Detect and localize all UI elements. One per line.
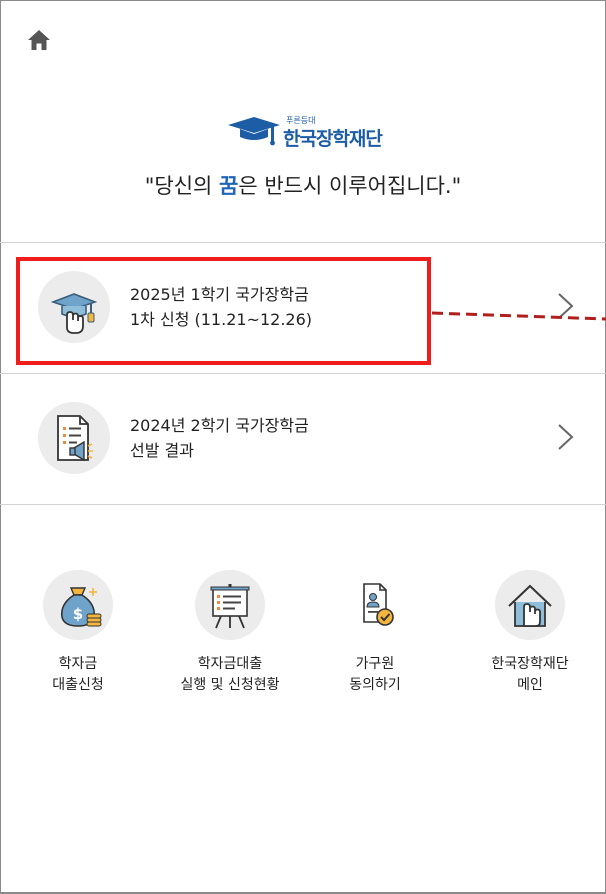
graduation-hand-icon bbox=[38, 271, 110, 343]
house-hand-icon bbox=[495, 570, 565, 640]
slogan: "당신의 꿈은 반드시 이루어집니다." bbox=[0, 170, 606, 200]
notice-text: 2024년 2학기 국가장학금 선발 결과 bbox=[130, 413, 309, 463]
notice-subtitle: 1차 신청 (11.21~12.26) bbox=[130, 310, 313, 329]
mortarboard-logo-icon bbox=[228, 117, 280, 146]
slogan-text-end: 은 반드시 이루어집니다." bbox=[238, 174, 462, 198]
slogan-highlight: 꿈 bbox=[219, 174, 239, 198]
presentation-board-icon bbox=[195, 570, 265, 640]
slogan-text-start: "당신의 bbox=[144, 174, 220, 198]
money-bag-icon: $ bbox=[43, 570, 113, 640]
chevron-right-icon bbox=[558, 424, 574, 450]
document-megaphone-icon bbox=[38, 402, 110, 474]
notice-text: 2025년 1학기 국가장학금 1차 신청 (11.21~12.26) bbox=[130, 282, 312, 332]
notice-title: 2025년 1학기 국가장학금 bbox=[130, 285, 309, 304]
svg-text:$: $ bbox=[73, 605, 83, 623]
annotation-dashed-line bbox=[432, 311, 606, 321]
menu-item-loan-application[interactable]: $ 학자금 대출신청 bbox=[11, 570, 145, 696]
kosaf-logo: 푸른등대 한국장학재단 bbox=[226, 113, 396, 150]
menu-item-household-consent[interactable]: 가구원 동의하기 bbox=[315, 570, 435, 696]
menu-item-label: 학자금대출 실행 및 신청현황 bbox=[180, 656, 280, 693]
document-check-icon bbox=[340, 570, 410, 640]
menu-item-kosaf-main[interactable]: 한국장학재단 메인 bbox=[460, 570, 600, 696]
divider bbox=[0, 504, 606, 505]
menu-item-label: 한국장학재단 메인 bbox=[491, 656, 569, 693]
notice-title: 2024년 2학기 국가장학금 bbox=[130, 416, 309, 435]
notice-subtitle: 선발 결과 bbox=[130, 441, 194, 460]
menu-item-loan-status[interactable]: 학자금대출 실행 및 신청현황 bbox=[150, 570, 310, 696]
logo-name: 한국장학재단 bbox=[283, 128, 383, 150]
menu-item-label: 가구원 동의하기 bbox=[349, 656, 401, 693]
menu-item-label: 학자금 대출신청 bbox=[52, 656, 104, 693]
notice-row-selection-result[interactable]: 2024년 2학기 국가장학금 선발 결과 bbox=[0, 374, 606, 504]
home-icon[interactable] bbox=[26, 28, 52, 52]
